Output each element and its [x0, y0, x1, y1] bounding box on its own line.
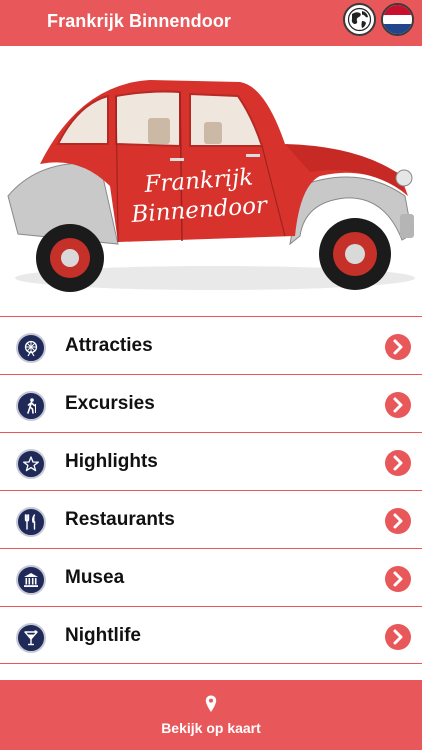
menu-item-label: Attracties	[65, 335, 153, 356]
menu-item-restaurants[interactable]: Restaurants	[0, 490, 422, 548]
menu-item-label: Excursies	[65, 393, 155, 414]
menu-item-musea[interactable]: Musea	[0, 548, 422, 606]
chevron-right-icon[interactable]	[385, 624, 411, 650]
menu-item-label: Nightlife	[65, 625, 141, 646]
chevron-right-icon[interactable]	[385, 392, 411, 418]
map-pin-icon	[205, 695, 217, 712]
cocktail-icon	[16, 623, 46, 653]
menu-item-nightlife[interactable]: Nightlife	[0, 606, 422, 664]
menu-item-attracties[interactable]: Attracties	[0, 316, 422, 374]
language-flag-button[interactable]	[381, 3, 414, 36]
chevron-right-icon[interactable]	[385, 566, 411, 592]
cutlery-icon	[16, 507, 46, 537]
app-title: Frankrijk Binnendoor	[47, 11, 232, 31]
museum-icon	[16, 565, 46, 595]
globe-icon	[347, 7, 372, 32]
chevron-right-icon[interactable]	[385, 450, 411, 476]
menu-item-highlights[interactable]: Highlights	[0, 432, 422, 490]
ferris-wheel-icon	[16, 333, 46, 363]
chevron-right-icon[interactable]	[385, 508, 411, 534]
top-bar: Frankrijk Binnendoor	[0, 0, 422, 46]
menu-item-label: Restaurants	[65, 509, 175, 530]
category-menu: Attracties Excursies Highlights Restaura…	[0, 316, 422, 664]
chevron-right-icon[interactable]	[385, 334, 411, 360]
menu-item-excursies[interactable]: Excursies	[0, 374, 422, 432]
view-on-map-label: Bekijk op kaart	[161, 720, 261, 736]
menu-item-label: Highlights	[65, 451, 158, 472]
view-on-map-button[interactable]: Bekijk op kaart	[0, 680, 422, 750]
star-icon	[16, 449, 46, 479]
language-globe-button[interactable]	[343, 3, 376, 36]
hero-car-image: Frankrijk Binnendoor	[0, 46, 422, 316]
netherlands-flag-icon	[383, 5, 412, 34]
hiker-icon	[16, 391, 46, 421]
menu-item-label: Musea	[65, 567, 125, 588]
